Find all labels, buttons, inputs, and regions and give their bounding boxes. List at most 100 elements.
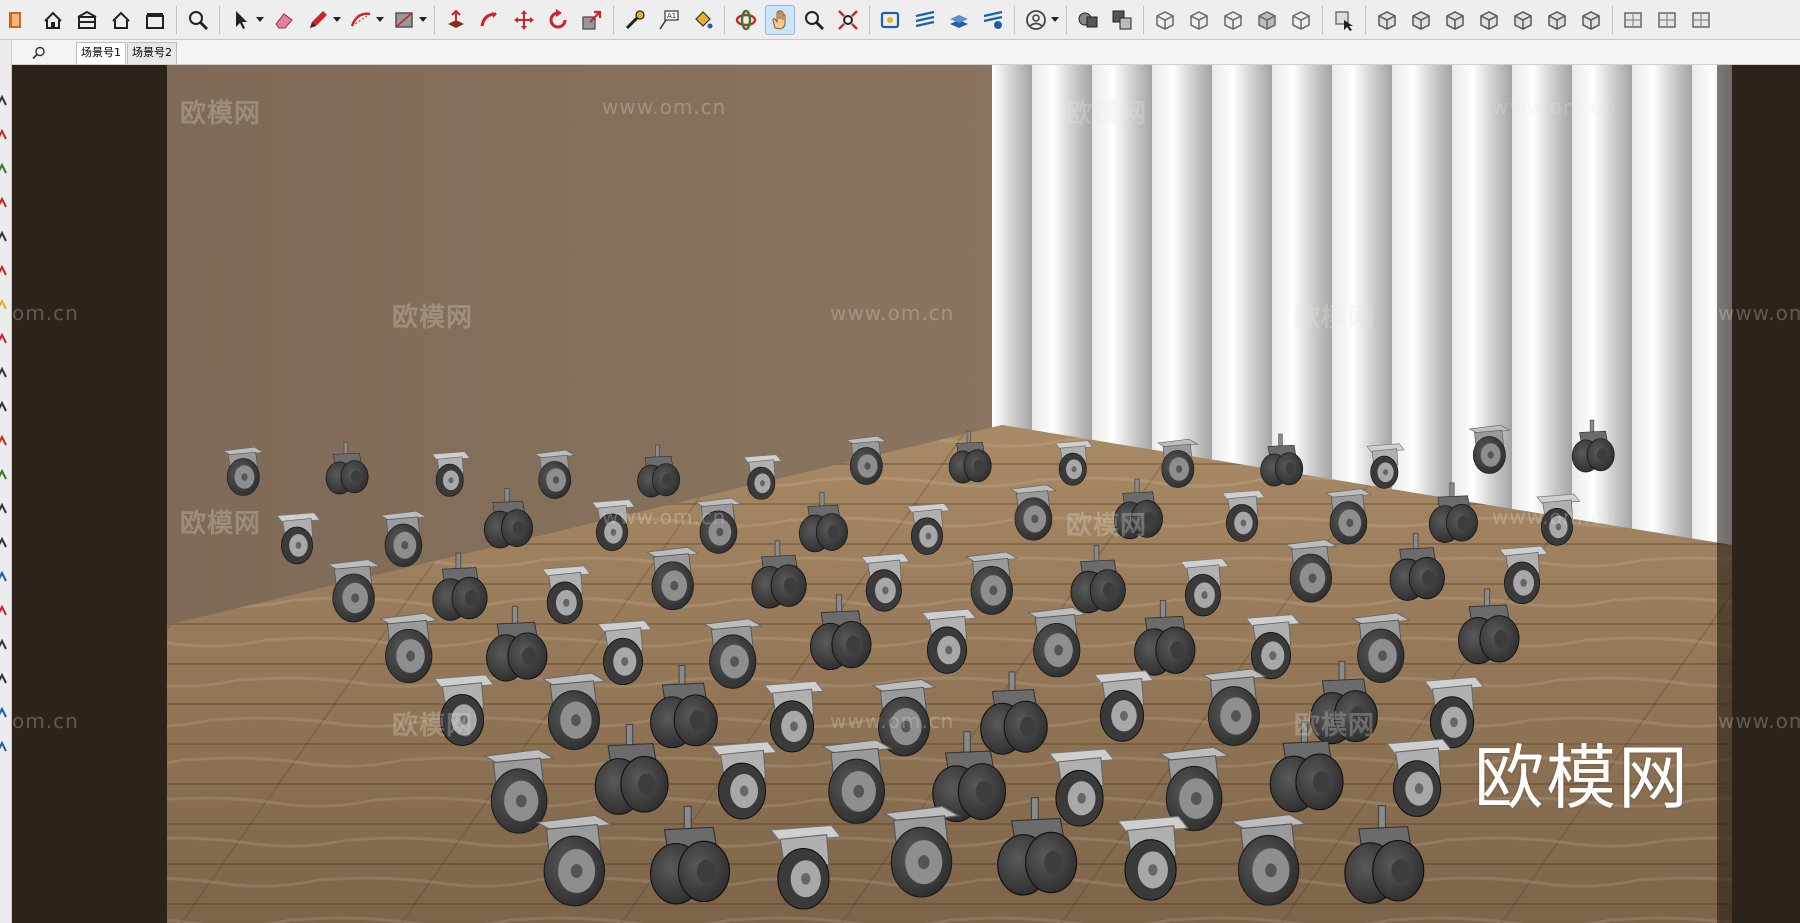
solid-union-button[interactable]: [1073, 5, 1103, 35]
tool-icon: [0, 94, 7, 106]
shaded-icon: [1258, 10, 1276, 30]
tape-measure-button[interactable]: [620, 5, 650, 35]
display-section-button[interactable]: [910, 5, 940, 35]
dropdown-arrow[interactable]: [1050, 5, 1060, 35]
profile-button[interactable]: [1021, 5, 1051, 35]
shaded-button[interactable]: [1252, 5, 1282, 35]
left-tool-button[interactable]: [0, 500, 8, 514]
section-fill-button[interactable]: [944, 5, 974, 35]
scale-button[interactable]: [577, 5, 607, 35]
left-tool-button[interactable]: [0, 330, 8, 344]
iso-view-button[interactable]: [1619, 5, 1649, 35]
left-tool-button[interactable]: [0, 534, 8, 548]
solid-subtract-button[interactable]: [1107, 5, 1137, 35]
left-tool-button[interactable]: [0, 194, 8, 208]
paint-bucket-button[interactable]: [688, 5, 718, 35]
left-tool-button[interactable]: [0, 262, 8, 276]
scene-search-button[interactable]: [26, 42, 52, 64]
left-tool-button[interactable]: [0, 466, 8, 480]
left-tool-button[interactable]: [0, 432, 8, 446]
left-tool-button[interactable]: [0, 636, 8, 650]
tool-icon: [0, 502, 7, 514]
zoom-extents-icon: [189, 10, 209, 30]
left-tool-button[interactable]: [0, 364, 8, 378]
eraser-button[interactable]: [269, 5, 299, 35]
rectangle-button[interactable]: [389, 5, 419, 35]
dropdown-arrow[interactable]: [418, 5, 428, 35]
left-tool-button[interactable]: [0, 126, 8, 140]
section-plane-button[interactable]: [876, 5, 906, 35]
zoom-button[interactable]: [799, 5, 829, 35]
left-tool-button[interactable]: [0, 602, 8, 616]
wireframe-button[interactable]: [1184, 5, 1214, 35]
rotate-icon: [549, 8, 567, 28]
left-tool-button[interactable]: [0, 92, 8, 106]
watermark-text: 欧模网: [392, 711, 474, 741]
left-tool-button[interactable]: [0, 670, 8, 684]
toolbar-separator: [1014, 5, 1015, 34]
flip-edge-button[interactable]: [1576, 5, 1606, 35]
wireframe-icon: [1190, 10, 1208, 30]
eraser-icon: [275, 12, 293, 28]
dropdown-arrow[interactable]: [332, 5, 342, 35]
text-button[interactable]: A1: [654, 5, 684, 35]
section-cuts-button[interactable]: [978, 5, 1008, 35]
dropdown-arrow[interactable]: [255, 5, 265, 35]
select-button[interactable]: [226, 5, 256, 35]
home-button[interactable]: [38, 5, 68, 35]
front-view-icon: [1692, 11, 1710, 28]
rotate-button[interactable]: [543, 5, 573, 35]
top-view-button[interactable]: [1653, 5, 1683, 35]
drape-button[interactable]: [1542, 5, 1572, 35]
stamp-button[interactable]: [1508, 5, 1538, 35]
left-tool-button[interactable]: [0, 738, 8, 752]
warehouse-button[interactable]: [72, 5, 102, 35]
arc-button[interactable]: [346, 5, 376, 35]
left-tool-button[interactable]: [0, 704, 8, 718]
orbit-icon: [735, 9, 757, 30]
dropdown-arrow[interactable]: [375, 5, 385, 35]
from-scratch-button[interactable]: [1440, 5, 1470, 35]
pencil-button[interactable]: [303, 5, 333, 35]
pencil-icon: [310, 10, 327, 28]
watermark-text: om.cn: [12, 301, 79, 325]
sketchup-button[interactable]: [4, 5, 34, 35]
left-tool-button[interactable]: [0, 398, 8, 412]
zoom-extents-button[interactable]: [183, 5, 213, 35]
zoom-window-button[interactable]: [833, 5, 863, 35]
toolbar-separator: [219, 5, 220, 34]
hidden-line-button[interactable]: [1218, 5, 1248, 35]
toolbar-separator: [1612, 5, 1613, 34]
tool-icon: [0, 332, 7, 344]
smoove-button[interactable]: [1474, 5, 1504, 35]
model-viewport[interactable]: 欧模网 www.om.cn 欧模网 www.om.cn 欧模网 www.om.cn 欧模网 o…: [12, 65, 1800, 923]
monochrome-icon: [1292, 10, 1310, 30]
left-tool-button[interactable]: [0, 296, 8, 310]
left-tool-button[interactable]: [0, 160, 8, 174]
left-tool-button[interactable]: [0, 228, 8, 242]
scene-tab-1[interactable]: 场景号1: [76, 42, 126, 64]
svg-text:A1: A1: [667, 12, 676, 20]
extension-warehouse-button[interactable]: [140, 5, 170, 35]
move-button[interactable]: [509, 5, 539, 35]
house-button[interactable]: [106, 5, 136, 35]
scene-tab-2[interactable]: 场景号2: [127, 42, 177, 64]
left-tool-button[interactable]: [0, 568, 8, 582]
pan-button[interactable]: [765, 4, 795, 35]
smoove-icon: [1480, 10, 1498, 30]
left-toolset: [0, 40, 12, 923]
monochrome-button[interactable]: [1286, 5, 1316, 35]
xray-button[interactable]: [1150, 5, 1180, 35]
chevron-down-icon: [333, 16, 341, 22]
sandbox-button[interactable]: [1372, 5, 1402, 35]
component-select-button[interactable]: [1329, 5, 1359, 35]
from-contours-button[interactable]: [1406, 5, 1436, 35]
orbit-button[interactable]: [731, 5, 761, 35]
section-plane-icon: [880, 11, 900, 28]
front-view-button[interactable]: [1687, 5, 1717, 35]
tool-icon: [0, 672, 7, 684]
push-pull-button[interactable]: [441, 5, 471, 35]
scene-tabs-bar: 场景号1 场景号2: [12, 40, 1800, 65]
paint-bucket-icon: [695, 10, 713, 28]
follow-me-button[interactable]: [475, 5, 505, 35]
